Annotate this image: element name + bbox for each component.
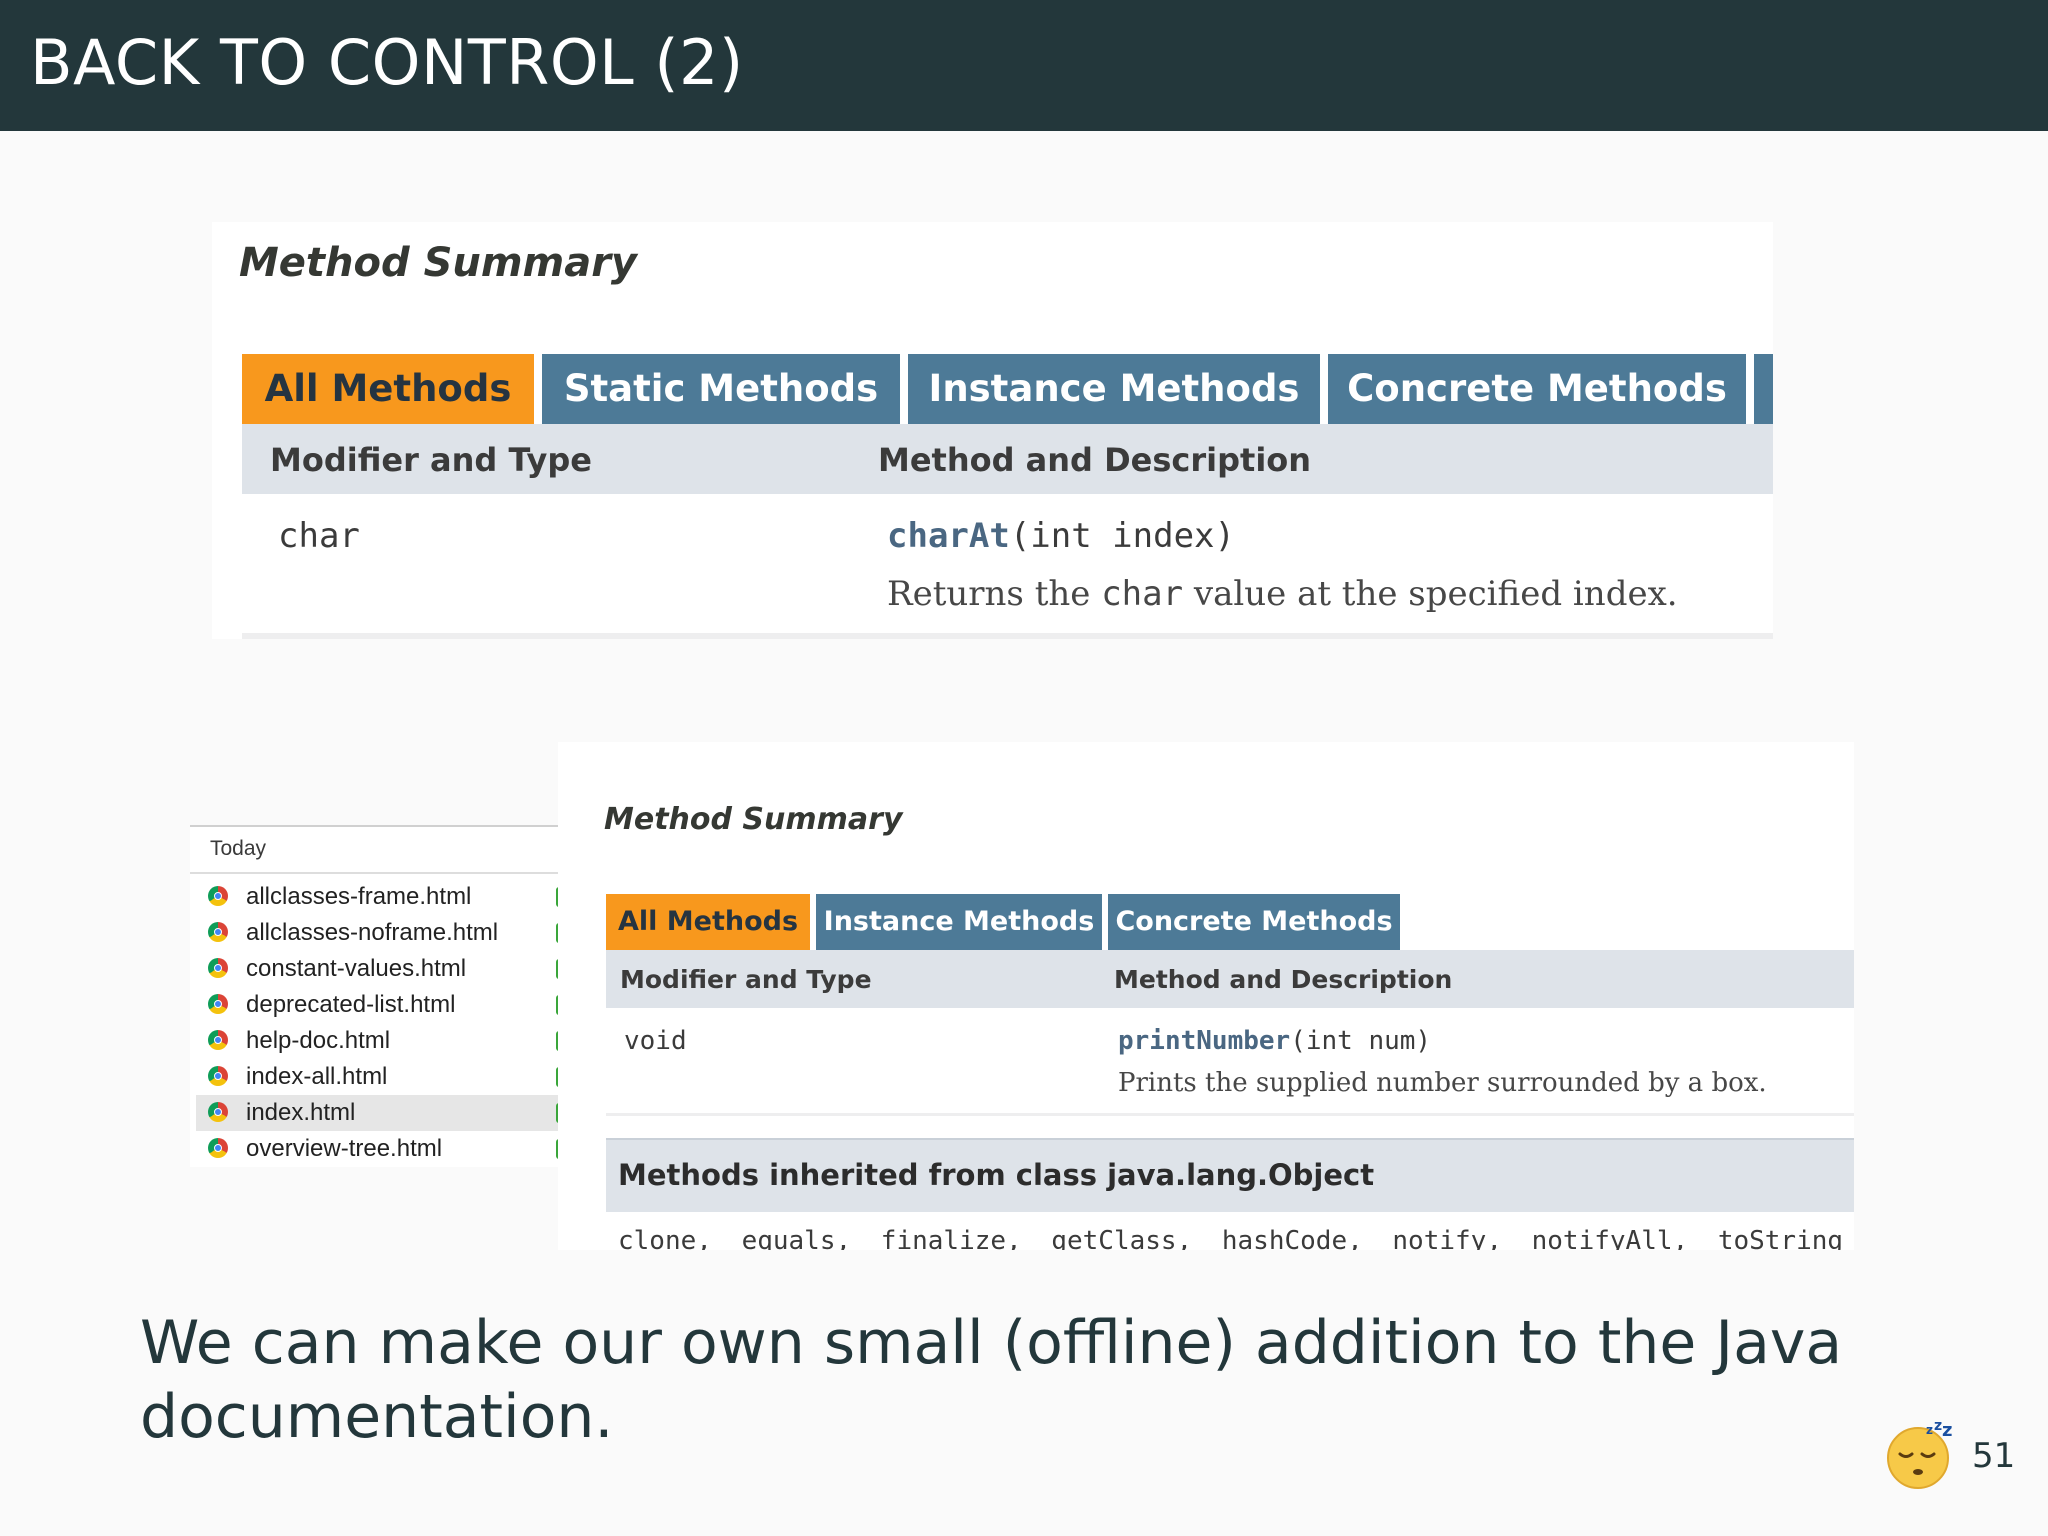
method-signature: charAt(int index) <box>887 516 1235 556</box>
file-name: allclasses-noframe.html <box>246 919 499 946</box>
method-description: Returns the char value at the specified … <box>887 574 1678 614</box>
chrome-html-file-icon <box>208 1102 228 1122</box>
desc-text: Returns the <box>887 574 1102 614</box>
slide-caption: We can make our own small (offline) addi… <box>140 1308 1843 1452</box>
chrome-html-file-icon <box>208 994 228 1014</box>
chrome-html-file-icon <box>208 1066 228 1086</box>
return-type: char <box>278 516 360 556</box>
table-row: char charAt(int index) Returns the char … <box>242 494 1773 639</box>
chrome-html-file-icon <box>208 1030 228 1050</box>
file-item[interactable]: allclasses-noframe.html <box>196 915 562 951</box>
svg-text:z: z <box>1942 1420 1952 1441</box>
sleepy-emoji-icon: z z z <box>1887 1418 1952 1489</box>
table-header: Modifier and Type Method and Description <box>242 424 1773 494</box>
method-summary-title: Method Summary <box>239 240 638 286</box>
chrome-html-file-icon <box>208 958 228 978</box>
chrome-html-file-icon <box>208 886 228 906</box>
page-number: 51 <box>1972 1436 2016 1476</box>
chrome-html-file-icon <box>208 922 228 942</box>
file-name: index.html <box>246 1099 356 1126</box>
col-method-description: Method and Description <box>1114 965 1453 994</box>
col-modifier-type: Modifier and Type <box>620 965 872 994</box>
file-name: allclasses-frame.html <box>246 883 472 910</box>
inherited-methods-list: clone, equals, finalize, getClass, hashC… <box>618 1226 1844 1250</box>
finder-group-header: Today <box>190 827 558 874</box>
col-modifier-type: Modifier and Type <box>270 441 592 479</box>
table-row: void printNumber(int num) Prints the sup… <box>606 1008 1854 1116</box>
file-item[interactable]: deprecated-list.html <box>196 987 562 1023</box>
tab-all-methods[interactable]: All Methods <box>242 354 534 424</box>
tab-concrete-methods[interactable]: Concrete Methods <box>1328 354 1746 424</box>
file-name: deprecated-list.html <box>246 991 456 1018</box>
method-description: Prints the supplied number surrounded by… <box>1118 1068 1767 1098</box>
svg-text:z: z <box>1926 1423 1933 1437</box>
tab-instance-methods[interactable]: Instance Methods <box>908 354 1320 424</box>
method-signature: printNumber(int num) <box>1118 1026 1431 1056</box>
javadoc-panel-string: Method Summary All Methods Static Method… <box>212 222 1773 639</box>
file-item[interactable]: help-doc.html <box>196 1023 562 1059</box>
file-name: help-doc.html <box>246 1027 391 1054</box>
tab-static-methods[interactable]: Static Methods <box>542 354 900 424</box>
chrome-html-file-icon <box>208 1138 228 1158</box>
method-link[interactable]: printNumber <box>1118 1026 1290 1056</box>
desc-text-end: value at the specified index. <box>1183 574 1678 614</box>
slide-title-bar: BACK TO CONTROL (2) <box>0 0 2048 131</box>
tab-instance-methods[interactable]: Instance Methods <box>816 894 1102 950</box>
col-method-description: Method and Description <box>878 441 1312 479</box>
svg-text:z: z <box>1934 1418 1942 1434</box>
tab-all-methods[interactable]: All Methods <box>606 894 810 950</box>
file-name: overview-tree.html <box>246 1135 443 1162</box>
file-item[interactable]: index-all.html <box>196 1059 562 1095</box>
tab-overflow[interactable] <box>1754 354 1773 424</box>
inherited-methods-header: Methods inherited from class java.lang.O… <box>606 1138 1854 1212</box>
finder-file-list: Today allclasses-frame.html allclasses-n… <box>190 825 562 1167</box>
file-item[interactable]: constant-values.html <box>196 951 562 987</box>
method-params: (int index) <box>1009 516 1235 556</box>
file-item-selected[interactable]: index.html <box>196 1095 562 1131</box>
javadoc-panel-custom: Method Summary All Methods Instance Meth… <box>558 742 1854 1250</box>
file-name: index-all.html <box>246 1063 388 1090</box>
table-header: Modifier and Type Method and Description <box>606 950 1854 1008</box>
method-link[interactable]: charAt <box>887 516 1010 556</box>
file-item[interactable]: allclasses-frame.html <box>196 879 562 915</box>
desc-code: char <box>1101 574 1184 614</box>
slide-title: BACK TO CONTROL (2) <box>30 26 744 99</box>
file-name: constant-values.html <box>246 955 467 982</box>
method-params: (int num) <box>1290 1026 1432 1056</box>
group-label: Today <box>210 837 267 860</box>
method-summary-title: Method Summary <box>604 802 903 837</box>
file-item[interactable]: overview-tree.html <box>196 1131 562 1167</box>
return-type: void <box>624 1026 687 1056</box>
tab-concrete-methods[interactable]: Concrete Methods <box>1108 894 1400 950</box>
inherited-title: Methods inherited from class java.lang.O… <box>618 1158 1375 1192</box>
